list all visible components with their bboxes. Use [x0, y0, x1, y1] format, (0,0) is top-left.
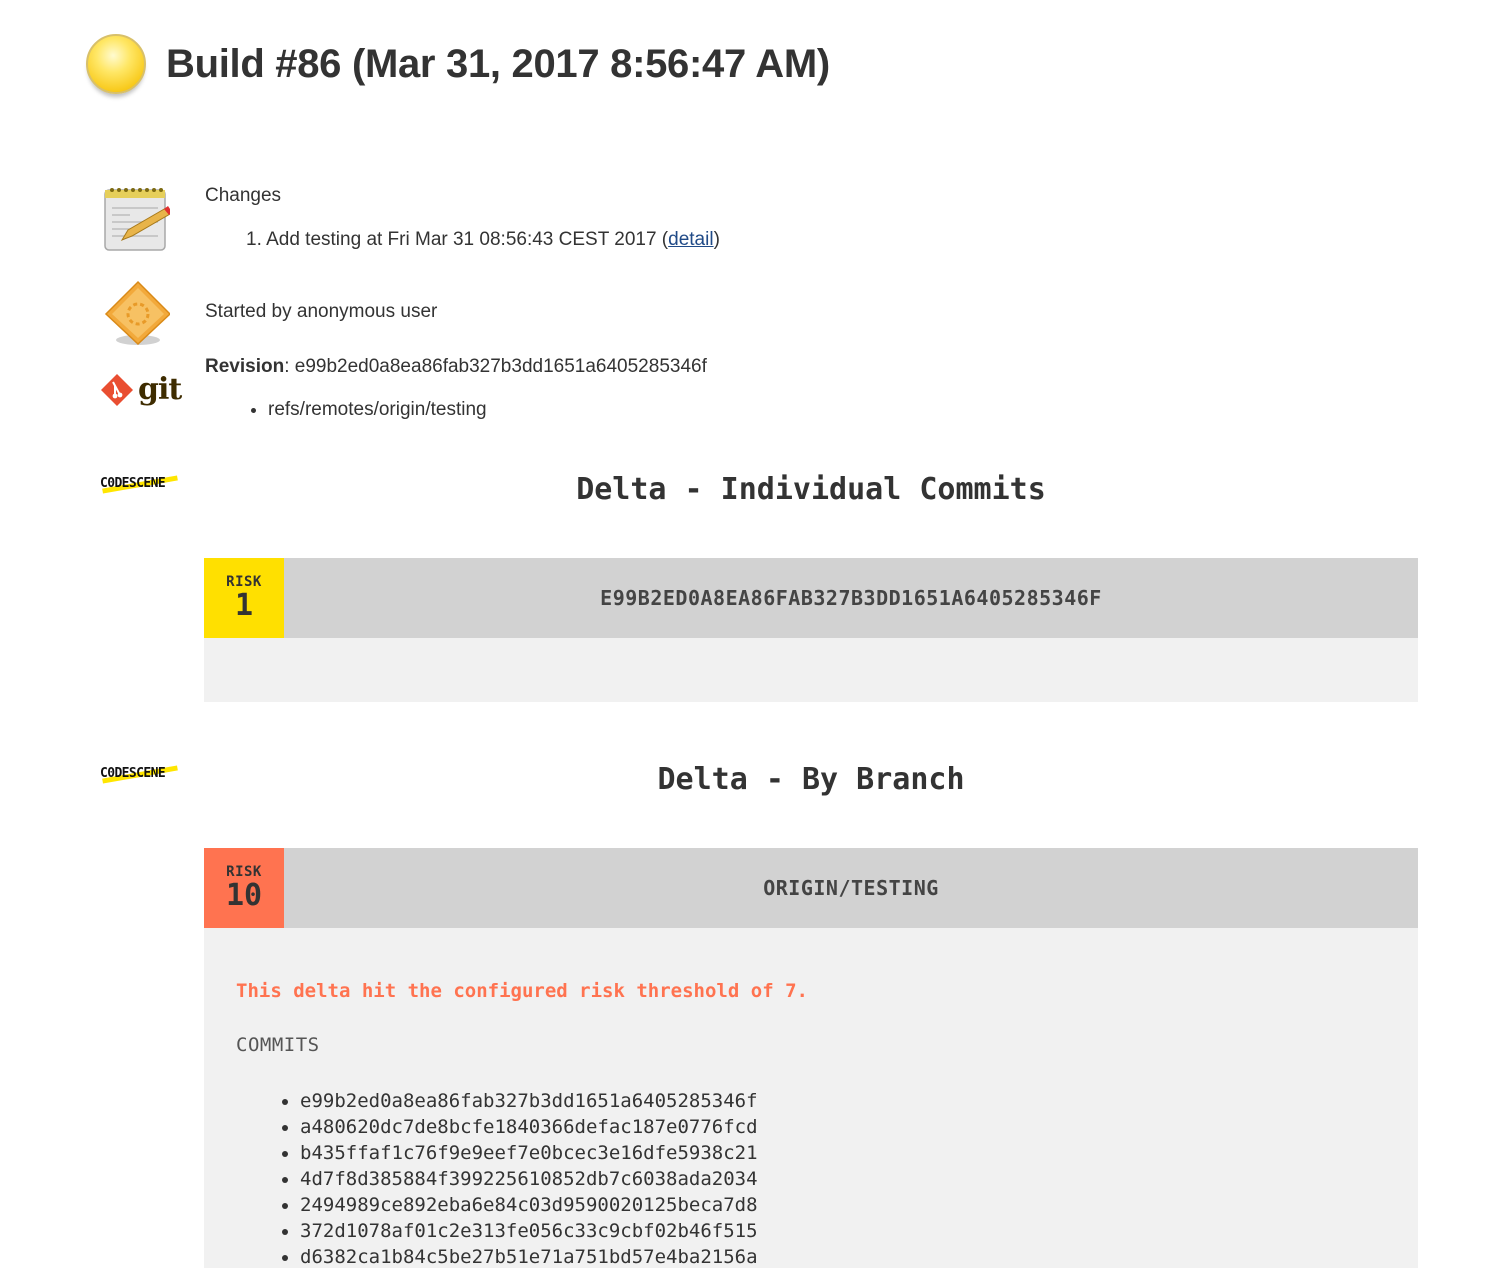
- commit-item: b435ffaf1c76f9e9eef7e0bcec3e16dfe5938c21: [300, 1140, 758, 1166]
- branch-item: refs/remotes/origin/testing: [268, 399, 487, 421]
- revision-line: Revision: e99b2ed0a8ea86fab327b3dd1651a6…: [205, 356, 707, 378]
- commit-item: a480620dc7de8bcfe1840366defac187e0776fcd: [300, 1114, 758, 1140]
- git-logo-text: git: [138, 372, 182, 407]
- user-cause-icon: [100, 278, 172, 353]
- page-title: Build #86 (Mar 31, 2017 8:56:47 AM): [166, 41, 830, 86]
- risk-threshold-warning: This delta hit the configured risk thres…: [236, 980, 808, 1002]
- build-status-ball-icon: [86, 34, 146, 94]
- cause-text: Started by anonymous user: [205, 301, 438, 322]
- risk-value: 1: [234, 588, 254, 623]
- change-detail-link[interactable]: detail: [668, 229, 713, 250]
- risk-badge: RISK 10: [204, 848, 284, 928]
- individual-commits-heading: Delta - Individual Commits: [576, 472, 1046, 507]
- commit-hash-title: E99B2ED0A8EA86FAB327B3DD1651A6405285346F: [600, 586, 1102, 610]
- change-suffix: ): [713, 229, 720, 250]
- git-logo: git: [100, 372, 182, 407]
- notepad-icon: [100, 184, 172, 259]
- codescene-logo-text: C0DESCENE: [100, 766, 166, 781]
- commit-item: 2494989ce892eba6e84c03d9590020125beca7d8: [300, 1192, 758, 1218]
- codescene-logo-text: C0DESCENE: [100, 476, 166, 491]
- codescene-logo: C0DESCENE: [100, 473, 180, 497]
- branch-title: ORIGIN/TESTING: [763, 876, 939, 900]
- card-header: RISK 1 E99B2ED0A8EA86FAB327B3DD1651A6405…: [204, 558, 1418, 638]
- branch-card: RISK 10 ORIGIN/TESTING This delta hit th…: [204, 848, 1418, 1268]
- commit-item: 372d1078af01c2e313fe056c33c9cbf02b46f515: [300, 1218, 758, 1244]
- individual-commit-card: RISK 1 E99B2ED0A8EA86FAB327B3DD1651A6405…: [204, 558, 1418, 702]
- change-text: Add testing at Fri Mar 31 08:56:43 CEST …: [266, 229, 669, 250]
- change-number: 1.: [246, 229, 262, 250]
- risk-value: 10: [225, 878, 263, 913]
- git-diamond-icon: [101, 373, 133, 406]
- branch-list: refs/remotes/origin/testing: [236, 399, 487, 421]
- by-branch-heading: Delta - By Branch: [657, 762, 965, 797]
- revision-label: Revision: [205, 356, 285, 377]
- change-item: 1. Add testing at Fri Mar 31 08:56:43 CE…: [246, 229, 720, 251]
- commit-item: e99b2ed0a8ea86fab327b3dd1651a6405285346f: [300, 1088, 758, 1114]
- commits-label: COMMITS: [236, 1034, 320, 1056]
- build-header: Build #86 (Mar 31, 2017 8:56:47 AM): [86, 34, 830, 94]
- changes-heading: Changes: [205, 185, 282, 206]
- commit-item: 4d7f8d385884f399225610852db7c6038ada2034: [300, 1166, 758, 1192]
- card-header: RISK 10 ORIGIN/TESTING: [204, 848, 1418, 928]
- commit-item: d6382ca1b84c5be27b51e71a751bd57e4ba2156a: [300, 1244, 758, 1270]
- commit-list: e99b2ed0a8ea86fab327b3dd1651a6405285346f…: [268, 1088, 758, 1270]
- codescene-logo: C0DESCENE: [100, 763, 180, 787]
- risk-badge: RISK 1: [204, 558, 284, 638]
- revision-value: : e99b2ed0a8ea86fab327b3dd1651a640528534…: [284, 356, 707, 377]
